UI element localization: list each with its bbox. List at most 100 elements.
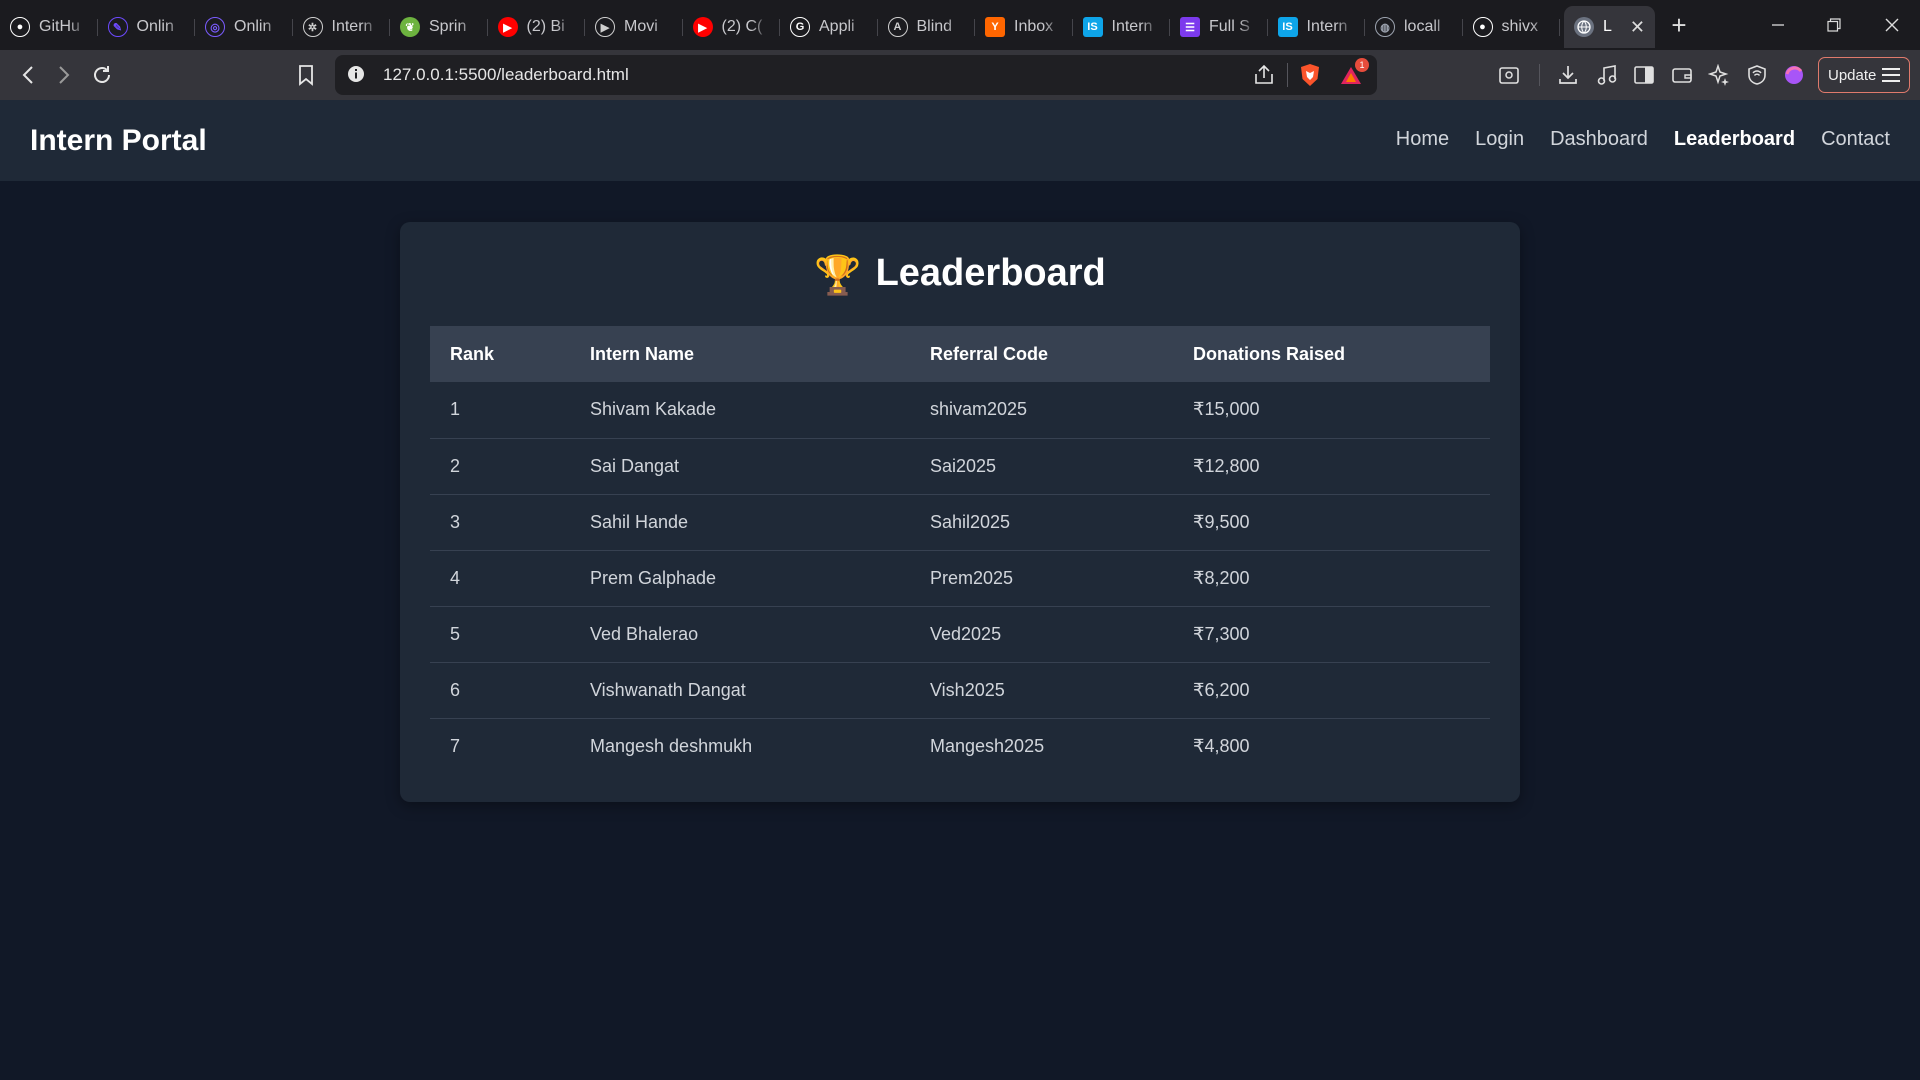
openai-icon: ✲ (302, 17, 323, 37)
browser-tab[interactable]: G Appli (780, 6, 878, 48)
browser-tab[interactable]: ◎ Onlin (195, 6, 293, 48)
wallet-icon[interactable] (1665, 50, 1699, 100)
browser-tab-label: Intern (1306, 18, 1348, 35)
leaderboard-card: 🏆 Leaderboard Rank Intern Name Referral C… (400, 222, 1520, 802)
screenshot-icon[interactable] (1492, 50, 1526, 100)
bookmark-icon[interactable] (288, 50, 324, 100)
reload-button[interactable] (84, 50, 120, 100)
browser-tab[interactable]: IS Intern (1073, 6, 1171, 48)
youtube-icon: ▶ (692, 17, 713, 37)
cell-donations: ₹15,000 (1173, 382, 1490, 439)
back-button[interactable] (10, 50, 46, 100)
browser-tab-label: shivx (1501, 18, 1538, 35)
cell-intern-name: Sai Dangat (570, 438, 910, 495)
nav-link-leaderboard[interactable]: Leaderboard (1674, 128, 1795, 151)
spring-icon: ❦ (400, 17, 420, 37)
cell-rank: 6 (430, 662, 570, 719)
browser-tab[interactable]: Y Inbox (975, 6, 1073, 48)
notification-badge: 1 (1355, 58, 1369, 72)
nav-link-login[interactable]: Login (1475, 128, 1524, 151)
leaderboard-table: Rank Intern Name Referral Code Donations… (430, 326, 1490, 774)
browser-tab[interactable]: ● shivx (1463, 6, 1561, 48)
trophy-icon: 🏆 (814, 255, 862, 297)
browser-tab-label: Intern (331, 18, 373, 35)
minimize-window-icon[interactable] (1750, 0, 1806, 50)
page-title: 🏆 Leaderboard (400, 252, 1520, 298)
cell-intern-name: Mangesh deshmukh (590, 735, 753, 756)
restore-window-icon[interactable] (1806, 0, 1862, 50)
cell-donations: ₹8,200 (1173, 550, 1490, 607)
play-icon: ▶ (595, 17, 615, 37)
url-text[interactable]: 127.0.0.1:5500/leaderboard.html (383, 65, 629, 85)
site-header: Intern Portal Home Login Dashboard Leaderbo… (0, 100, 1920, 181)
github-icon: ● (10, 17, 30, 37)
cell-referral-code: Sai2025 (910, 438, 1173, 495)
browser-tab-label: Appli (819, 18, 855, 35)
menu-icon (1882, 68, 1900, 82)
close-window-icon[interactable] (1864, 0, 1920, 50)
browser-toolbar: 127.0.0.1:5500/leaderboard.html 1 Update (0, 50, 1920, 100)
table-row: 4 Prem Galphade Prem2025 ₹8,200 (430, 550, 1490, 607)
new-tab-button[interactable]: + (1655, 1, 1703, 49)
column-header-code: Referral Code (930, 343, 1049, 364)
globe-icon (1574, 17, 1594, 37)
music-note-icon[interactable] (1590, 50, 1624, 100)
brave-shields-icon[interactable] (1299, 63, 1321, 92)
cell-rank: 7 (450, 735, 461, 756)
globe-icon: ◍ (1375, 17, 1395, 37)
leo-ai-icon[interactable] (1702, 50, 1736, 100)
column-header-name: Intern Name (590, 343, 695, 364)
browser-tab[interactable]: ✲ Intern (293, 6, 391, 48)
cell-rank: 1 (430, 382, 570, 439)
cell-referral-code: Prem2025 (910, 550, 1173, 607)
download-icon[interactable] (1551, 50, 1585, 100)
cell-referral-code: Ved2025 (910, 606, 1173, 663)
pen-icon: ✎ (107, 17, 128, 37)
browser-tab-label: Movi (624, 18, 658, 35)
cell-donations: ₹7,300 (1173, 606, 1490, 663)
update-button[interactable]: Update (1818, 57, 1910, 93)
close-tab-icon[interactable]: ✕ (1630, 17, 1645, 38)
vpn-shield-icon[interactable] (1740, 50, 1774, 100)
cell-referral-code: Mangesh2025 (930, 735, 1045, 756)
browser-tab[interactable]: ❦ Sprin (390, 6, 488, 48)
profile-avatar[interactable] (1777, 50, 1811, 100)
cell-donations: ₹4,800 (1193, 735, 1250, 756)
browser-tab[interactable]: ◍ locall (1365, 6, 1463, 48)
active-tab[interactable]: L ✕ (1564, 6, 1655, 48)
cell-donations: ₹9,500 (1173, 494, 1490, 551)
youtube-icon: ▶ (497, 17, 518, 37)
browser-tab[interactable]: ☰ Full S (1170, 6, 1268, 48)
ycombinator-icon: Y (985, 17, 1005, 37)
main-nav: Home Login Dashboard Leaderboard Contact (1396, 128, 1890, 151)
table-row: 6 Vishwanath Dangat Vish2025 ₹6,200 (430, 662, 1490, 719)
cell-referral-code: Sahil2025 (910, 494, 1173, 551)
nav-link-home[interactable]: Home (1396, 128, 1449, 151)
browser-tab[interactable]: A Blind (878, 6, 976, 48)
address-bar[interactable]: 127.0.0.1:5500/leaderboard.html 1 (335, 55, 1377, 95)
browser-tab[interactable]: ▶ (2) Bi (488, 6, 586, 48)
browser-tab-bar: ● GitHu ✎ Onlin ◎ Onlin ✲ Intern ❦ Sprin ▶ (2) Bi ▶ M… (0, 0, 1920, 50)
browser-tab-label: Sprin (429, 18, 467, 35)
browser-tab[interactable]: ▶ Movi (585, 6, 683, 48)
google-icon: G (790, 17, 810, 37)
browser-tab[interactable]: ▶ (2) C( (683, 6, 781, 48)
browser-tab[interactable]: IS Intern (1268, 6, 1366, 48)
forward-button[interactable] (46, 50, 82, 100)
browser-tab-label: (2) Bi (526, 18, 565, 35)
nav-link-contact[interactable]: Contact (1821, 128, 1890, 151)
url-divider (1287, 63, 1288, 87)
table-row: 2 Sai Dangat Sai2025 ₹12,800 (430, 438, 1490, 495)
table-row: 1 Shivam Kakade shivam2025 ₹15,000 (430, 382, 1490, 439)
browser-tab-label: Blind (916, 18, 953, 35)
browser-tab[interactable]: ✎ Onlin (98, 6, 196, 48)
cell-rank: 5 (430, 606, 570, 663)
nav-link-dashboard[interactable]: Dashboard (1550, 128, 1648, 151)
site-info-icon[interactable] (347, 65, 365, 88)
cell-intern-name: Prem Galphade (570, 550, 910, 607)
browser-tab[interactable]: ● GitHu (0, 6, 98, 48)
sidebar-toggle-icon[interactable] (1627, 50, 1661, 100)
internshala-icon: IS (1277, 17, 1298, 37)
share-icon[interactable] (1253, 64, 1275, 91)
brand-logo[interactable]: Intern Portal (30, 124, 207, 158)
